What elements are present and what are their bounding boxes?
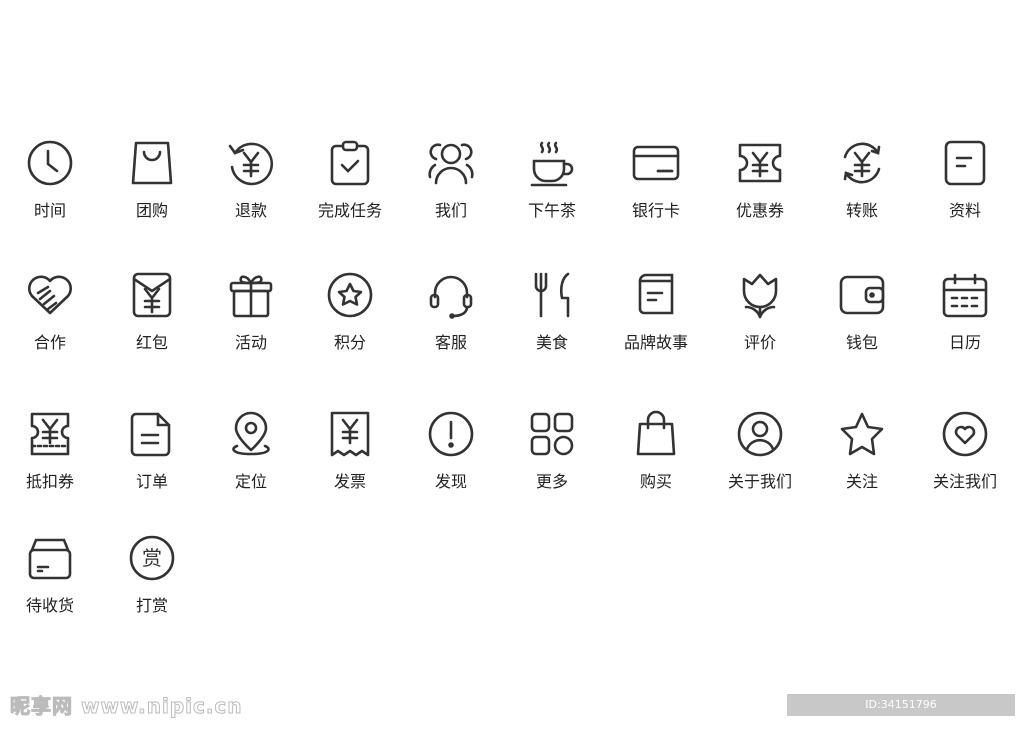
heart-circle-icon [942,411,988,457]
icon-label: 积分 [333,333,366,352]
wallet-icon [839,275,885,315]
icon-label: 打赏 [135,596,168,615]
icon-label: 红包 [135,333,168,352]
invoice-icon [330,411,370,457]
bank-card-icon [632,145,680,181]
watermark-id: ID:34151796 NO:20230404165535109102 [787,694,1015,733]
order-icon [130,412,171,457]
icon-label: 银行卡 [631,201,680,220]
headset-icon [429,275,473,319]
location-pin-icon [232,411,270,456]
icon-tile-location-pin: 定位 [201,410,301,492]
icon-label: 下午茶 [527,201,576,220]
document-icon [944,140,986,186]
icon-tile-exclamation-circle: 发现 [401,410,501,492]
refund-icon [228,142,274,186]
calendar-icon [942,273,988,318]
icon-tile-tulip: 评价 [710,271,810,353]
icon-tile-headset: 客服 [401,271,501,353]
icon-label: 评价 [743,333,776,352]
icon-tile-order: 订单 [102,410,202,492]
icon-label: 关注 [845,472,878,491]
icon-label: 关于我们 [727,472,792,491]
icon-tile-invoice: 发票 [300,410,400,492]
icon-label: 订单 [135,472,168,491]
fork-knife-icon [534,272,570,318]
voucher-icon [30,412,70,456]
icon-label: 关注我们 [932,472,997,491]
transfer-icon [843,142,881,184]
watermark-logo: 昵享网 www.nipic.cn [10,694,243,719]
icon-label: 完成任务 [317,201,382,220]
clock-icon [27,140,73,186]
buy-bag-icon [636,410,676,456]
icon-label: 团购 [135,201,168,220]
reward-glyph: 赏 [142,546,162,570]
user-circle-icon [737,411,783,457]
gift-icon [229,275,273,318]
icon-label: 合作 [33,333,66,352]
icon-label: 定位 [234,472,267,491]
package-box-icon [28,538,72,580]
icon-tile-user-circle: 关于我们 [710,410,810,492]
icon-tile-reward: 赏打赏 [102,534,202,616]
icon-label: 退款 [234,201,267,220]
icon-tile-wallet: 钱包 [812,271,912,353]
tea-cup-icon [530,141,574,187]
points-star-icon [327,272,373,318]
icon-tile-voucher: 抵扣券 [0,410,100,492]
icon-tile-star: 关注 [812,410,912,492]
icon-label: 品牌故事 [623,333,688,352]
icon-label: 活动 [234,333,267,352]
reward-icon: 赏 [129,535,175,581]
icon-label: 优惠券 [735,201,784,220]
icon-label: 抵扣券 [25,472,74,491]
icon-tile-transfer: 转账 [812,139,912,221]
icon-label: 钱包 [845,333,878,352]
icon-tile-grid-more: 更多 [502,410,602,492]
star-icon [840,412,884,456]
tulip-icon [742,273,778,319]
icon-tile-clock: 时间 [0,139,100,221]
icon-tile-shopping-bag: 团购 [102,139,202,221]
icon-tile-refund: 退款 [201,139,301,221]
book-icon [638,273,674,315]
icon-tile-gift: 活动 [201,271,301,353]
exclamation-circle-icon [428,411,474,457]
icon-label: 更多 [535,472,568,491]
handshake-heart-icon [27,275,73,315]
icon-label: 转账 [845,201,878,220]
icon-label: 我们 [434,201,467,220]
icon-label: 待收货 [25,596,74,615]
icon-tile-book: 品牌故事 [606,271,706,353]
icon-label: 发现 [434,472,467,491]
icon-label: 美食 [535,333,568,352]
red-envelope-icon [132,272,172,318]
icon-label: 日历 [948,333,981,352]
icon-tile-bank-card: 银行卡 [606,139,706,221]
icon-tile-clipboard-check: 完成任务 [300,139,400,221]
icon-tile-package-box: 待收货 [0,534,100,616]
icon-tile-handshake-heart: 合作 [0,271,100,353]
users-icon [428,143,474,185]
icon-tile-buy-bag: 购买 [606,410,706,492]
clipboard-check-icon [330,140,370,186]
coupon-icon [738,143,782,183]
icon-tile-points-star: 积分 [300,271,400,353]
icon-label: 客服 [434,333,467,352]
shopping-bag-icon [131,141,173,185]
icon-tile-document: 资料 [915,139,1015,221]
icon-tile-fork-knife: 美食 [502,271,602,353]
icon-tile-heart-circle: 关注我们 [915,410,1015,492]
icon-tile-calendar: 日历 [915,271,1015,353]
icon-tile-tea-cup: 下午茶 [502,139,602,221]
icon-tile-coupon: 优惠券 [710,139,810,221]
icon-label: 资料 [948,201,981,220]
icon-label: 发票 [333,472,366,491]
icon-tile-red-envelope: 红包 [102,271,202,353]
icon-label: 时间 [33,201,66,220]
grid-more-icon [530,412,574,456]
icon-label: 购买 [639,472,672,491]
icon-tile-users: 我们 [401,139,501,221]
